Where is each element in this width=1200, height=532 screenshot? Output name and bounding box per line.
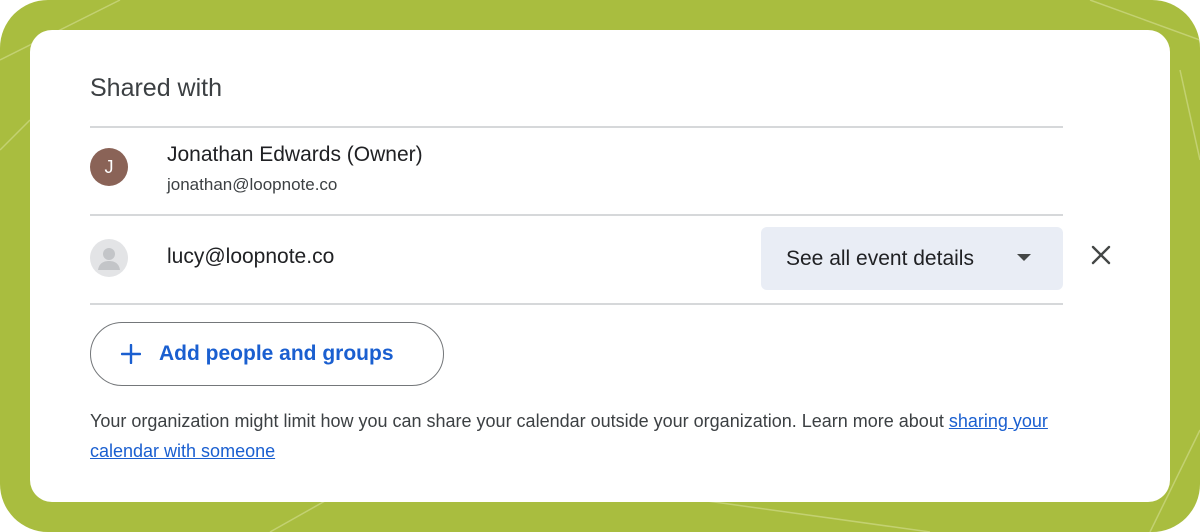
shared-person-row-lucy: lucy@loopnote.co See all event details	[90, 216, 1153, 304]
permission-dropdown-label: See all event details	[786, 246, 974, 270]
sharing-note-text: Your organization might limit how you ca…	[90, 411, 949, 431]
remove-person-button[interactable]	[1086, 240, 1116, 270]
owner-avatar: J	[90, 148, 128, 186]
sharing-note: Your organization might limit how you ca…	[90, 406, 1090, 466]
close-icon	[1091, 245, 1111, 265]
person-icon-glyph	[98, 248, 120, 270]
plus-icon	[121, 344, 141, 364]
add-people-label: Add people and groups	[159, 342, 394, 365]
divider-bottom	[90, 303, 1063, 305]
add-people-button[interactable]: Add people and groups	[90, 322, 444, 386]
shared-person-row-owner: J Jonathan Edwards (Owner) jonathan@loop…	[90, 128, 1153, 214]
person-icon	[90, 239, 128, 277]
owner-email: jonathan@loopnote.co	[167, 175, 338, 194]
owner-avatar-initial: J	[104, 156, 114, 177]
shared-with-card: Shared with J Jonathan Edwards (Owner) j…	[30, 30, 1170, 502]
shared-person-email: lucy@loopnote.co	[167, 245, 335, 268]
caret-down-icon	[1017, 254, 1031, 261]
owner-name: Jonathan Edwards (Owner)	[167, 143, 423, 166]
permission-dropdown[interactable]: See all event details	[761, 227, 1063, 290]
section-title: Shared with	[90, 74, 223, 102]
